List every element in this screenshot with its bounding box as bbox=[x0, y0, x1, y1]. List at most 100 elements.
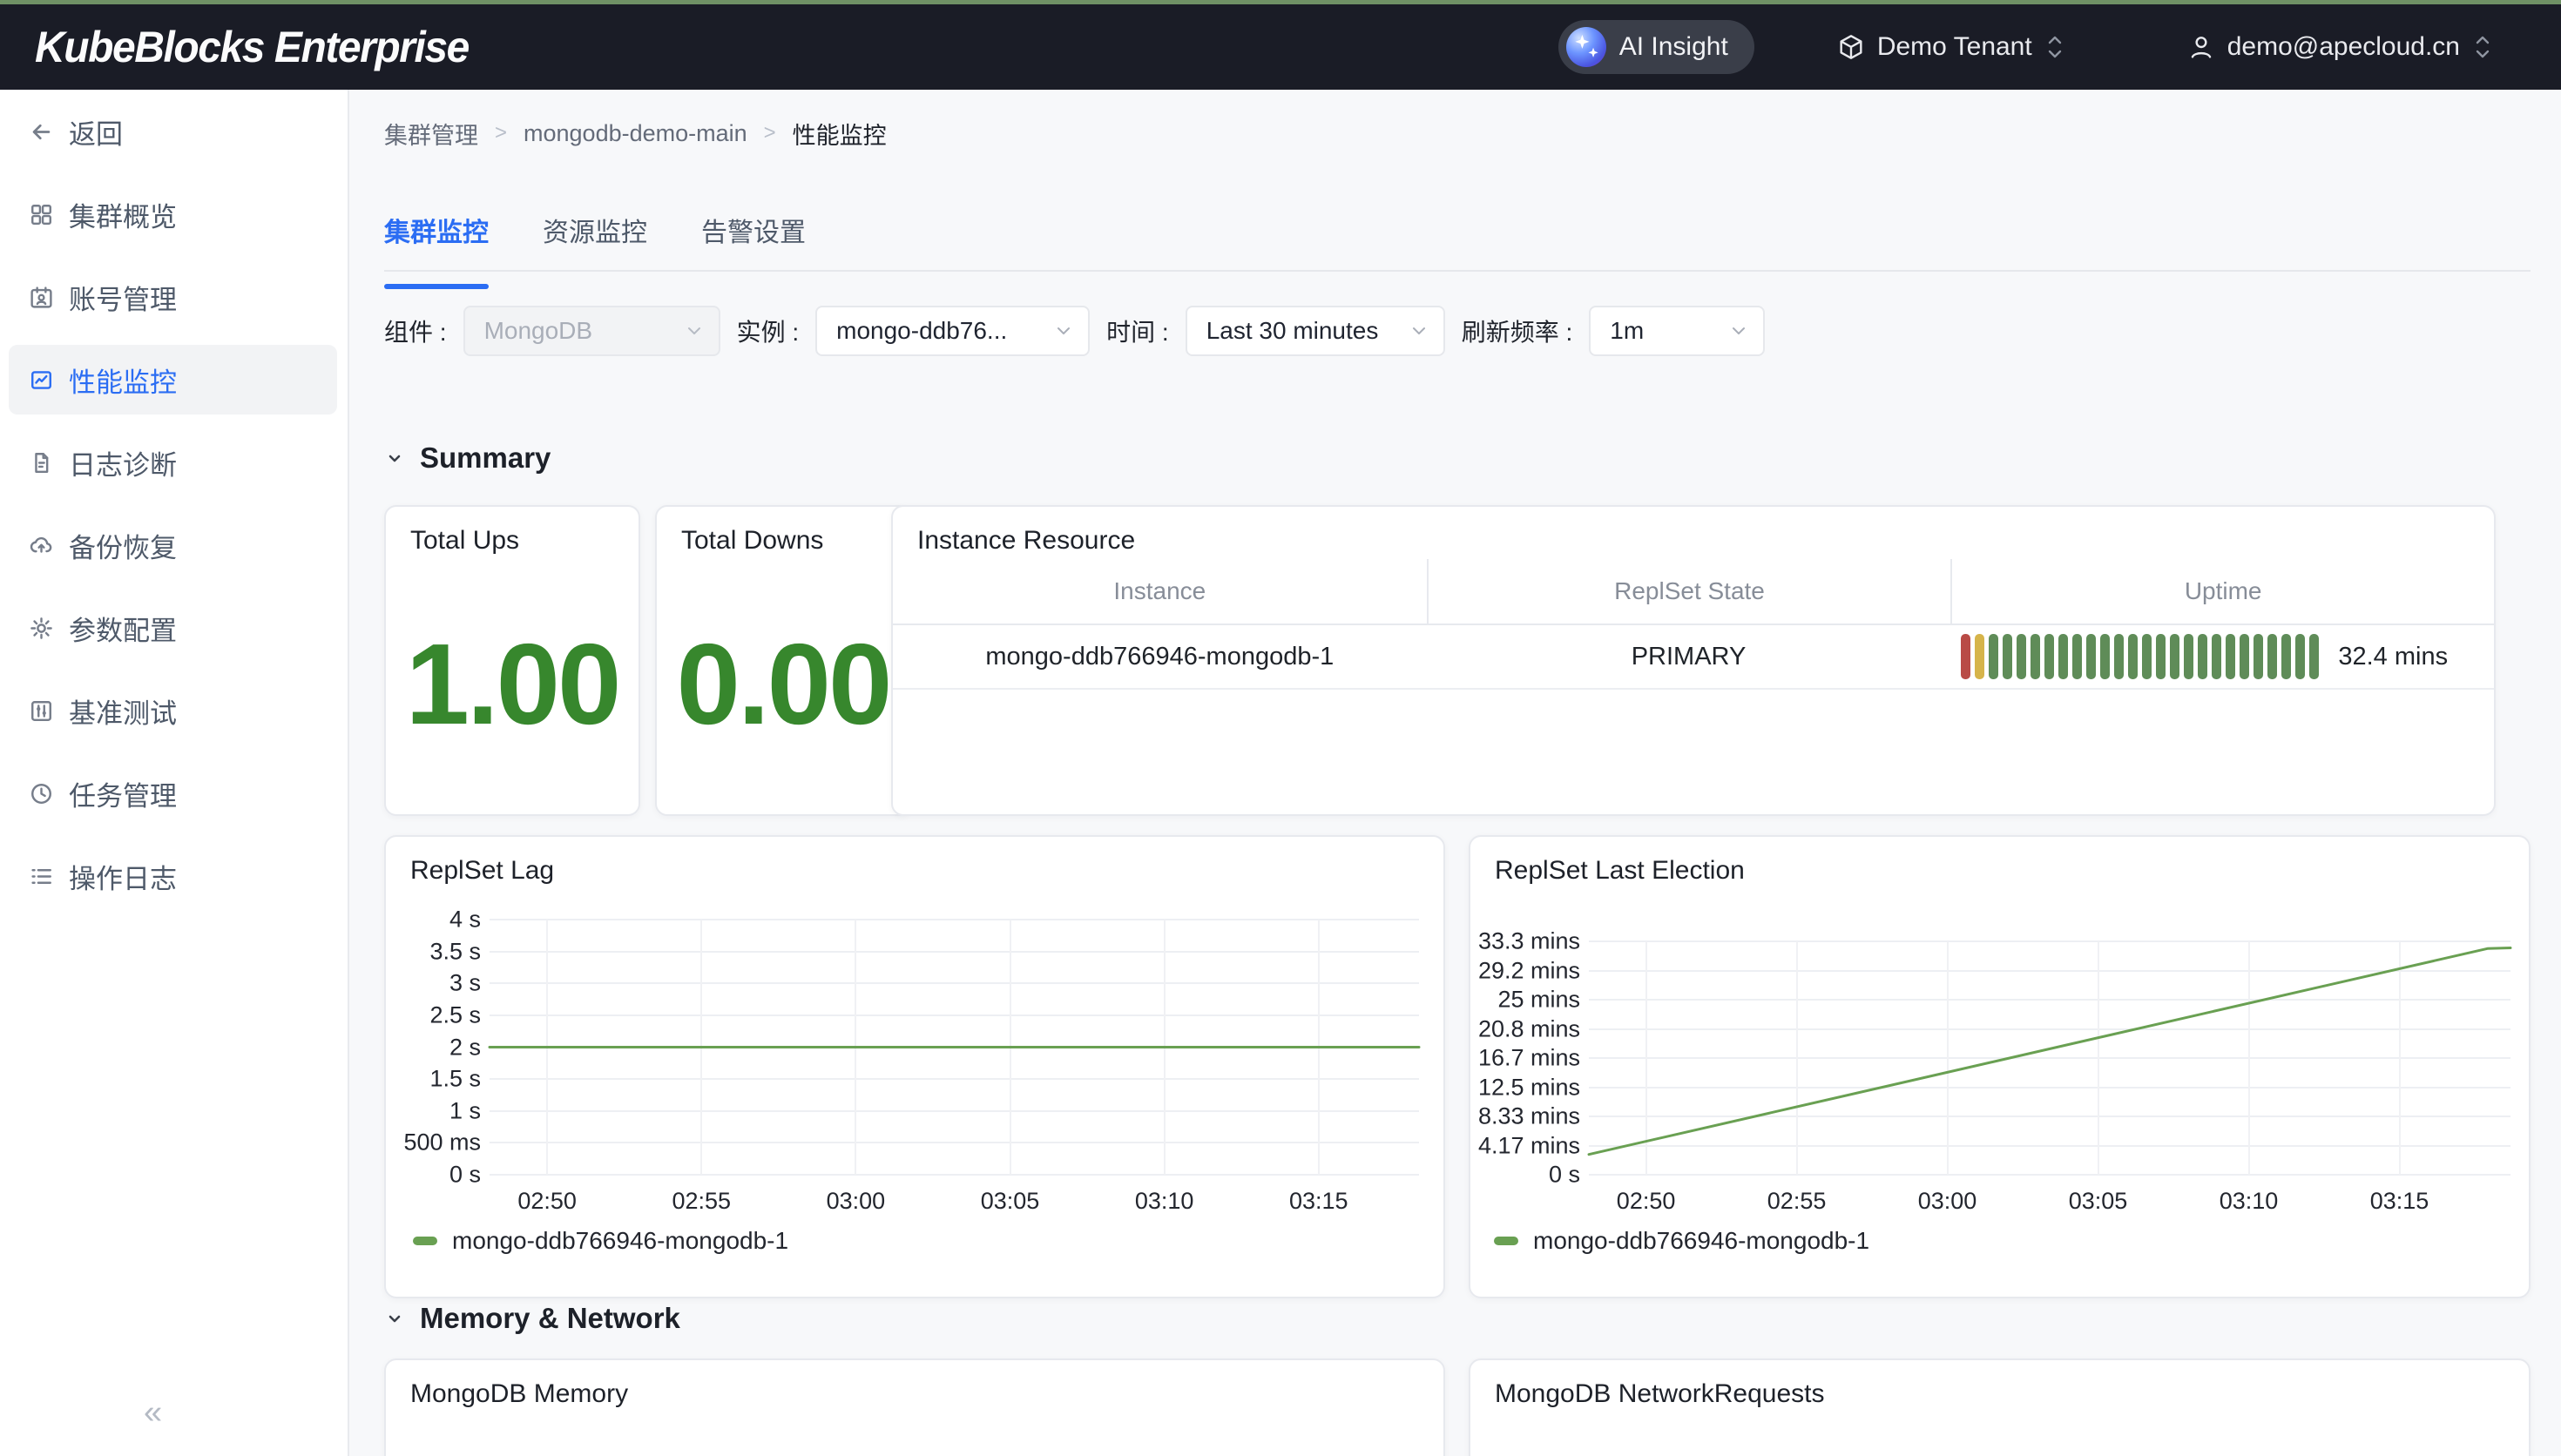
table-header-row: Instance ReplSet State Uptime bbox=[893, 559, 2494, 625]
sidebar-item-operation-log[interactable]: 操作日志 bbox=[9, 841, 337, 911]
gauge-cell-green bbox=[2044, 634, 2054, 679]
summary-section-header[interactable]: Summary bbox=[384, 442, 551, 475]
gauge-cell-green bbox=[2156, 634, 2166, 679]
instance-name-cell: mongo-ddb766946-mongodb-1 bbox=[893, 625, 1427, 688]
gauge-cell-green bbox=[2295, 634, 2305, 679]
tenant-selector[interactable]: Demo Tenant bbox=[1837, 32, 2065, 62]
grid-icon bbox=[29, 202, 54, 227]
gauge-cell-green bbox=[2100, 634, 2110, 679]
x-axis-tick: 02:55 bbox=[1767, 1188, 1827, 1215]
time-range-select[interactable]: Last 30 minutes bbox=[1186, 306, 1445, 356]
breadcrumb-cluster-management[interactable]: 集群管理 bbox=[384, 117, 478, 151]
y-axis-tick: 1.5 s bbox=[429, 1066, 481, 1093]
sidebar-item-backup-restore[interactable]: 备份恢复 bbox=[9, 510, 337, 580]
sidebar-item-account-management[interactable]: 账号管理 bbox=[9, 262, 337, 332]
legend-marker bbox=[1494, 1237, 1518, 1245]
tab-cluster-monitor[interactable]: 集群监控 bbox=[384, 214, 489, 270]
y-axis-tick: 2 s bbox=[449, 1034, 481, 1061]
gauge-cell-green bbox=[1989, 634, 1998, 679]
id-badge-icon bbox=[29, 285, 54, 310]
y-axis-tick: 25 mins bbox=[1497, 987, 1580, 1014]
gauge-cell-green bbox=[2226, 634, 2235, 679]
y-axis-tick: 8.33 mins bbox=[1478, 1103, 1580, 1130]
plot-area[interactable] bbox=[490, 920, 1419, 1175]
mongodb-memory-chart-card: MongoDB Memory 1 GiB bbox=[384, 1358, 1445, 1456]
gauge-cell-green bbox=[2254, 634, 2263, 679]
sidebar: 返回 集群概览 账号管理 性能监控 日志诊断 bbox=[0, 90, 349, 1456]
sidebar-item-label: 参数配置 bbox=[69, 609, 177, 648]
card-title: Instance Resource bbox=[917, 526, 1135, 556]
memory-network-section-header[interactable]: Memory & Network bbox=[384, 1302, 680, 1335]
sliders-icon bbox=[29, 698, 54, 724]
ai-insight-button[interactable]: AI Insight bbox=[1558, 20, 1754, 74]
filter-bar: 组件 : MongoDB 实例 : mongo-ddb76... 时间 : La… bbox=[384, 306, 1765, 356]
sidebar-item-label: 日志诊断 bbox=[69, 443, 177, 482]
gear-icon bbox=[29, 616, 54, 641]
legend[interactable]: mongo-ddb766946-mongodb-1 bbox=[1494, 1227, 1869, 1255]
ai-insight-label: AI Insight bbox=[1619, 32, 1728, 62]
sidebar-item-label: 任务管理 bbox=[69, 774, 177, 813]
sidebar-item-parameter-config[interactable]: 参数配置 bbox=[9, 593, 337, 663]
x-axis-tick: 03:05 bbox=[2069, 1188, 2128, 1215]
instance-select[interactable]: mongo-ddb76... bbox=[815, 306, 1090, 356]
breadcrumb-separator: > bbox=[495, 121, 507, 145]
gauge-cell-red bbox=[1961, 634, 1970, 679]
x-axis-tick: 02:55 bbox=[672, 1188, 731, 1215]
column-header-instance: Instance bbox=[893, 559, 1427, 624]
component-label: 组件 : bbox=[384, 313, 447, 348]
plot-area[interactable] bbox=[1589, 941, 2510, 1175]
total-ups-card: Total Ups 1.00 bbox=[384, 505, 640, 816]
sidebar-item-cluster-overview[interactable]: 集群概览 bbox=[9, 179, 337, 249]
mongodb-networkrequests-chart-card: MongoDB NetworkRequests 70.5 bbox=[1469, 1358, 2531, 1456]
y-axis-tick: 3 s bbox=[449, 970, 481, 997]
breadcrumb-separator: > bbox=[764, 121, 776, 145]
gauge-cell-amber bbox=[1975, 634, 1984, 679]
sidebar-item-back[interactable]: 返回 bbox=[9, 97, 337, 166]
sidebar-item-benchmark[interactable]: 基准测试 bbox=[9, 676, 337, 745]
y-axis-tick: 4 s bbox=[449, 907, 481, 934]
tab-resource-monitor[interactable]: 资源监控 bbox=[543, 214, 647, 270]
user-menu[interactable]: demo@apecloud.cn bbox=[2187, 32, 2493, 62]
y-axis-tick: 1 s bbox=[449, 1097, 481, 1124]
chart-title: ReplSet Lag bbox=[410, 856, 554, 886]
card-title: Total Ups bbox=[410, 526, 519, 556]
tab-alert-settings[interactable]: 告警设置 bbox=[701, 214, 806, 270]
sidebar-item-performance-monitor[interactable]: 性能监控 bbox=[9, 345, 337, 415]
sidebar-item-task-management[interactable]: 任务管理 bbox=[9, 758, 337, 828]
y-axis-tick: 4.17 mins bbox=[1478, 1132, 1580, 1159]
gauge-cell-green bbox=[2031, 634, 2040, 679]
user-updown-icon bbox=[2472, 32, 2493, 62]
tab-bar: 集群监控 资源监控 告警设置 bbox=[384, 214, 2531, 272]
x-axis-tick: 03:10 bbox=[2220, 1188, 2279, 1215]
back-arrow-icon bbox=[29, 119, 54, 145]
sidebar-item-label: 备份恢复 bbox=[69, 526, 177, 565]
y-axis-tick: 3.5 s bbox=[429, 938, 481, 965]
cloud-upload-icon bbox=[29, 533, 54, 558]
chevron-down-icon bbox=[384, 448, 405, 468]
uptime-value: 32.4 mins bbox=[2338, 643, 2448, 671]
legend-marker bbox=[413, 1237, 437, 1245]
chevron-down-icon bbox=[1728, 320, 1749, 341]
y-axis-tick: 0 s bbox=[1549, 1162, 1580, 1189]
legend[interactable]: mongo-ddb766946-mongodb-1 bbox=[413, 1227, 788, 1255]
gauge-cell-green bbox=[2267, 634, 2277, 679]
breadcrumb-cluster-name[interactable]: mongodb-demo-main bbox=[524, 120, 747, 147]
refresh-rate-select[interactable]: 1m bbox=[1589, 306, 1765, 356]
column-header-replset-state: ReplSet State bbox=[1427, 559, 1951, 624]
total-downs-value: 0.00 bbox=[657, 627, 909, 742]
gauge-cell-green bbox=[2003, 634, 2012, 679]
sidebar-item-label: 账号管理 bbox=[69, 278, 177, 317]
gauge-cell-green bbox=[2281, 634, 2291, 679]
gauge-cell-green bbox=[2128, 634, 2138, 679]
chart-title: ReplSet Last Election bbox=[1495, 856, 1745, 886]
gauge-cell-green bbox=[2072, 634, 2082, 679]
navbar-right: AI Insight Demo Tenant demo@apecloud.cn bbox=[1558, 4, 2493, 90]
top-navbar: KubeBlocks Enterprise AI Insight Demo Te… bbox=[0, 0, 2561, 90]
gauge-cell-green bbox=[2198, 634, 2207, 679]
chevron-down-icon bbox=[1409, 320, 1429, 341]
sidebar-collapse-button[interactable]: « bbox=[144, 1394, 162, 1432]
gauge-cell-green bbox=[2212, 634, 2221, 679]
sidebar-item-log-diagnosis[interactable]: 日志诊断 bbox=[9, 428, 337, 497]
tenant-updown-icon bbox=[2044, 32, 2065, 62]
gauge-cell-green bbox=[2086, 634, 2096, 679]
